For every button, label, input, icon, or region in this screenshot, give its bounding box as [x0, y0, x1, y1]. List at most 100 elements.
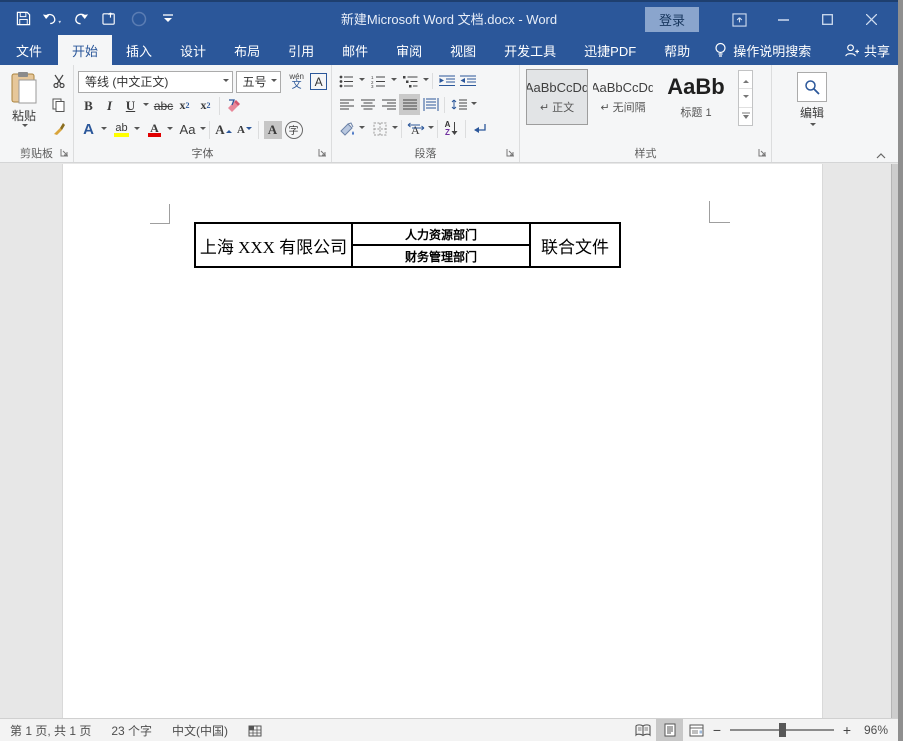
numbering-caret[interactable] — [391, 78, 397, 84]
language-status[interactable]: 中文(中国) — [162, 722, 238, 739]
tab-design[interactable]: 设计 — [166, 35, 220, 65]
tell-me-search[interactable]: 操作说明搜索 — [704, 35, 821, 65]
tab-pdf[interactable]: 迅捷PDF — [570, 35, 650, 65]
italic-button[interactable]: I — [99, 95, 120, 116]
redo-icon[interactable] — [70, 8, 92, 30]
zoom-slider-thumb[interactable] — [779, 723, 786, 737]
numbering-icon[interactable]: 123 — [368, 71, 389, 92]
zoom-slider[interactable] — [730, 729, 834, 731]
zoom-out-button[interactable]: − — [710, 722, 724, 738]
paragraph-dialog-launcher-icon[interactable] — [506, 148, 516, 158]
touch-mouse-mode-icon[interactable] — [99, 8, 121, 30]
underline-button[interactable]: U — [120, 95, 141, 116]
tab-file[interactable]: 文件 — [0, 35, 58, 65]
document-area[interactable]: 上海 XXX 有限公司 人力资源部门 财务管理部门 联合文件 — [0, 164, 898, 718]
change-case-caret[interactable] — [200, 127, 206, 133]
grow-font-button[interactable]: A — [213, 119, 234, 140]
undo-icon[interactable] — [41, 8, 63, 30]
clear-formatting-icon[interactable] — [223, 95, 244, 116]
tab-developer[interactable]: 开发工具 — [490, 35, 570, 65]
highlight-caret[interactable] — [134, 127, 140, 133]
styles-gallery-more-icon[interactable] — [739, 108, 752, 125]
style-no-spacing[interactable]: AaBbCcDd ↵ 无间隔 — [592, 69, 654, 125]
table-cell-dept-top[interactable]: 人力资源部门 — [353, 224, 529, 246]
macro-recorder-icon[interactable] — [238, 724, 272, 737]
format-painter-icon[interactable] — [48, 118, 69, 139]
enclose-characters-button[interactable]: 字 — [283, 119, 304, 140]
font-dialog-launcher-icon[interactable] — [318, 148, 328, 158]
asian-layout-icon[interactable]: A — [405, 118, 426, 139]
bullets-icon[interactable] — [336, 71, 357, 92]
align-right-icon[interactable] — [378, 94, 399, 115]
show-hide-marks-icon[interactable] — [469, 118, 490, 139]
shading-icon[interactable] — [336, 118, 357, 139]
line-spacing-caret[interactable] — [471, 102, 477, 108]
phonetic-guide-icon[interactable]: wén 文 — [286, 71, 307, 92]
signin-button[interactable]: 登录 — [645, 7, 699, 32]
ribbon-display-options-icon[interactable] — [717, 3, 761, 36]
vertical-scrollbar[interactable] — [891, 164, 898, 718]
character-shading-button[interactable]: A — [262, 119, 283, 140]
bold-button[interactable]: B — [78, 95, 99, 116]
read-mode-icon[interactable] — [629, 719, 656, 741]
align-center-icon[interactable] — [357, 94, 378, 115]
bullets-caret[interactable] — [359, 78, 365, 84]
share-button[interactable]: 共享 — [844, 35, 890, 65]
shrink-font-button[interactable]: A — [234, 119, 255, 140]
tab-view[interactable]: 视图 — [436, 35, 490, 65]
paste-button[interactable]: 粘贴 — [4, 68, 44, 143]
styles-scroll-down-icon[interactable] — [739, 89, 752, 107]
styles-dialog-launcher-icon[interactable] — [758, 148, 768, 158]
increase-indent-icon[interactable] — [457, 71, 478, 92]
distribute-icon[interactable] — [420, 94, 441, 115]
borders-icon[interactable] — [369, 118, 390, 139]
tab-review[interactable]: 审阅 — [382, 35, 436, 65]
tab-layout[interactable]: 布局 — [220, 35, 274, 65]
table-cell-dept-bottom[interactable]: 财务管理部门 — [353, 246, 529, 266]
table-cell-company[interactable]: 上海 XXX 有限公司 — [196, 224, 353, 266]
font-name-combo[interactable]: 等线 (中文正文) — [78, 71, 233, 93]
multilevel-list-icon[interactable] — [400, 71, 421, 92]
document-table[interactable]: 上海 XXX 有限公司 人力资源部门 财务管理部门 联合文件 — [194, 222, 621, 268]
tab-mailings[interactable]: 邮件 — [328, 35, 382, 65]
copy-icon[interactable] — [48, 94, 69, 115]
page-number-status[interactable]: 第 1 页, 共 1 页 — [0, 722, 101, 739]
table-cell-departments[interactable]: 人力资源部门 财务管理部门 — [353, 224, 531, 266]
web-layout-icon[interactable] — [683, 719, 710, 741]
zoom-in-button[interactable]: + — [840, 722, 854, 738]
strikethrough-button[interactable]: abc — [153, 95, 174, 116]
print-layout-icon[interactable] — [656, 719, 683, 741]
align-left-icon[interactable] — [336, 94, 357, 115]
text-effects-caret[interactable] — [101, 127, 107, 133]
font-color-button[interactable]: A — [144, 119, 165, 140]
tab-references[interactable]: 引用 — [274, 35, 328, 65]
shading-caret[interactable] — [359, 126, 365, 132]
change-case-button[interactable]: Aa — [177, 119, 198, 140]
find-icon[interactable] — [797, 72, 827, 102]
tab-home[interactable]: 开始 — [58, 35, 112, 65]
asian-layout-caret[interactable] — [428, 126, 434, 132]
underline-caret[interactable] — [143, 103, 149, 109]
tab-insert[interactable]: 插入 — [112, 35, 166, 65]
maximize-button[interactable] — [805, 3, 849, 36]
text-effects-button[interactable]: A — [78, 119, 99, 140]
collapse-ribbon-icon[interactable] — [876, 153, 886, 159]
font-color-caret[interactable] — [167, 127, 173, 133]
table-cell-doctype[interactable]: 联合文件 — [531, 224, 619, 266]
decrease-indent-icon[interactable] — [436, 71, 457, 92]
multilevel-caret[interactable] — [423, 78, 429, 84]
word-count-status[interactable]: 23 个字 — [101, 722, 162, 739]
save-icon[interactable] — [12, 8, 34, 30]
highlight-color-button[interactable]: ab — [111, 119, 132, 140]
close-button[interactable] — [849, 3, 893, 36]
character-border-icon[interactable]: A — [310, 73, 327, 90]
sort-icon[interactable]: A Z — [441, 118, 462, 139]
subscript-button[interactable]: x2 — [174, 95, 195, 116]
editing-caret[interactable] — [810, 123, 816, 129]
font-size-combo[interactable]: 五号 — [236, 71, 282, 93]
style-normal[interactable]: AaBbCcDd ↵ 正文 — [526, 69, 588, 125]
borders-caret[interactable] — [392, 126, 398, 132]
style-heading1[interactable]: AaBb 标题 1 — [658, 69, 734, 125]
minimize-button[interactable] — [761, 3, 805, 36]
account-circle-icon[interactable] — [128, 8, 150, 30]
